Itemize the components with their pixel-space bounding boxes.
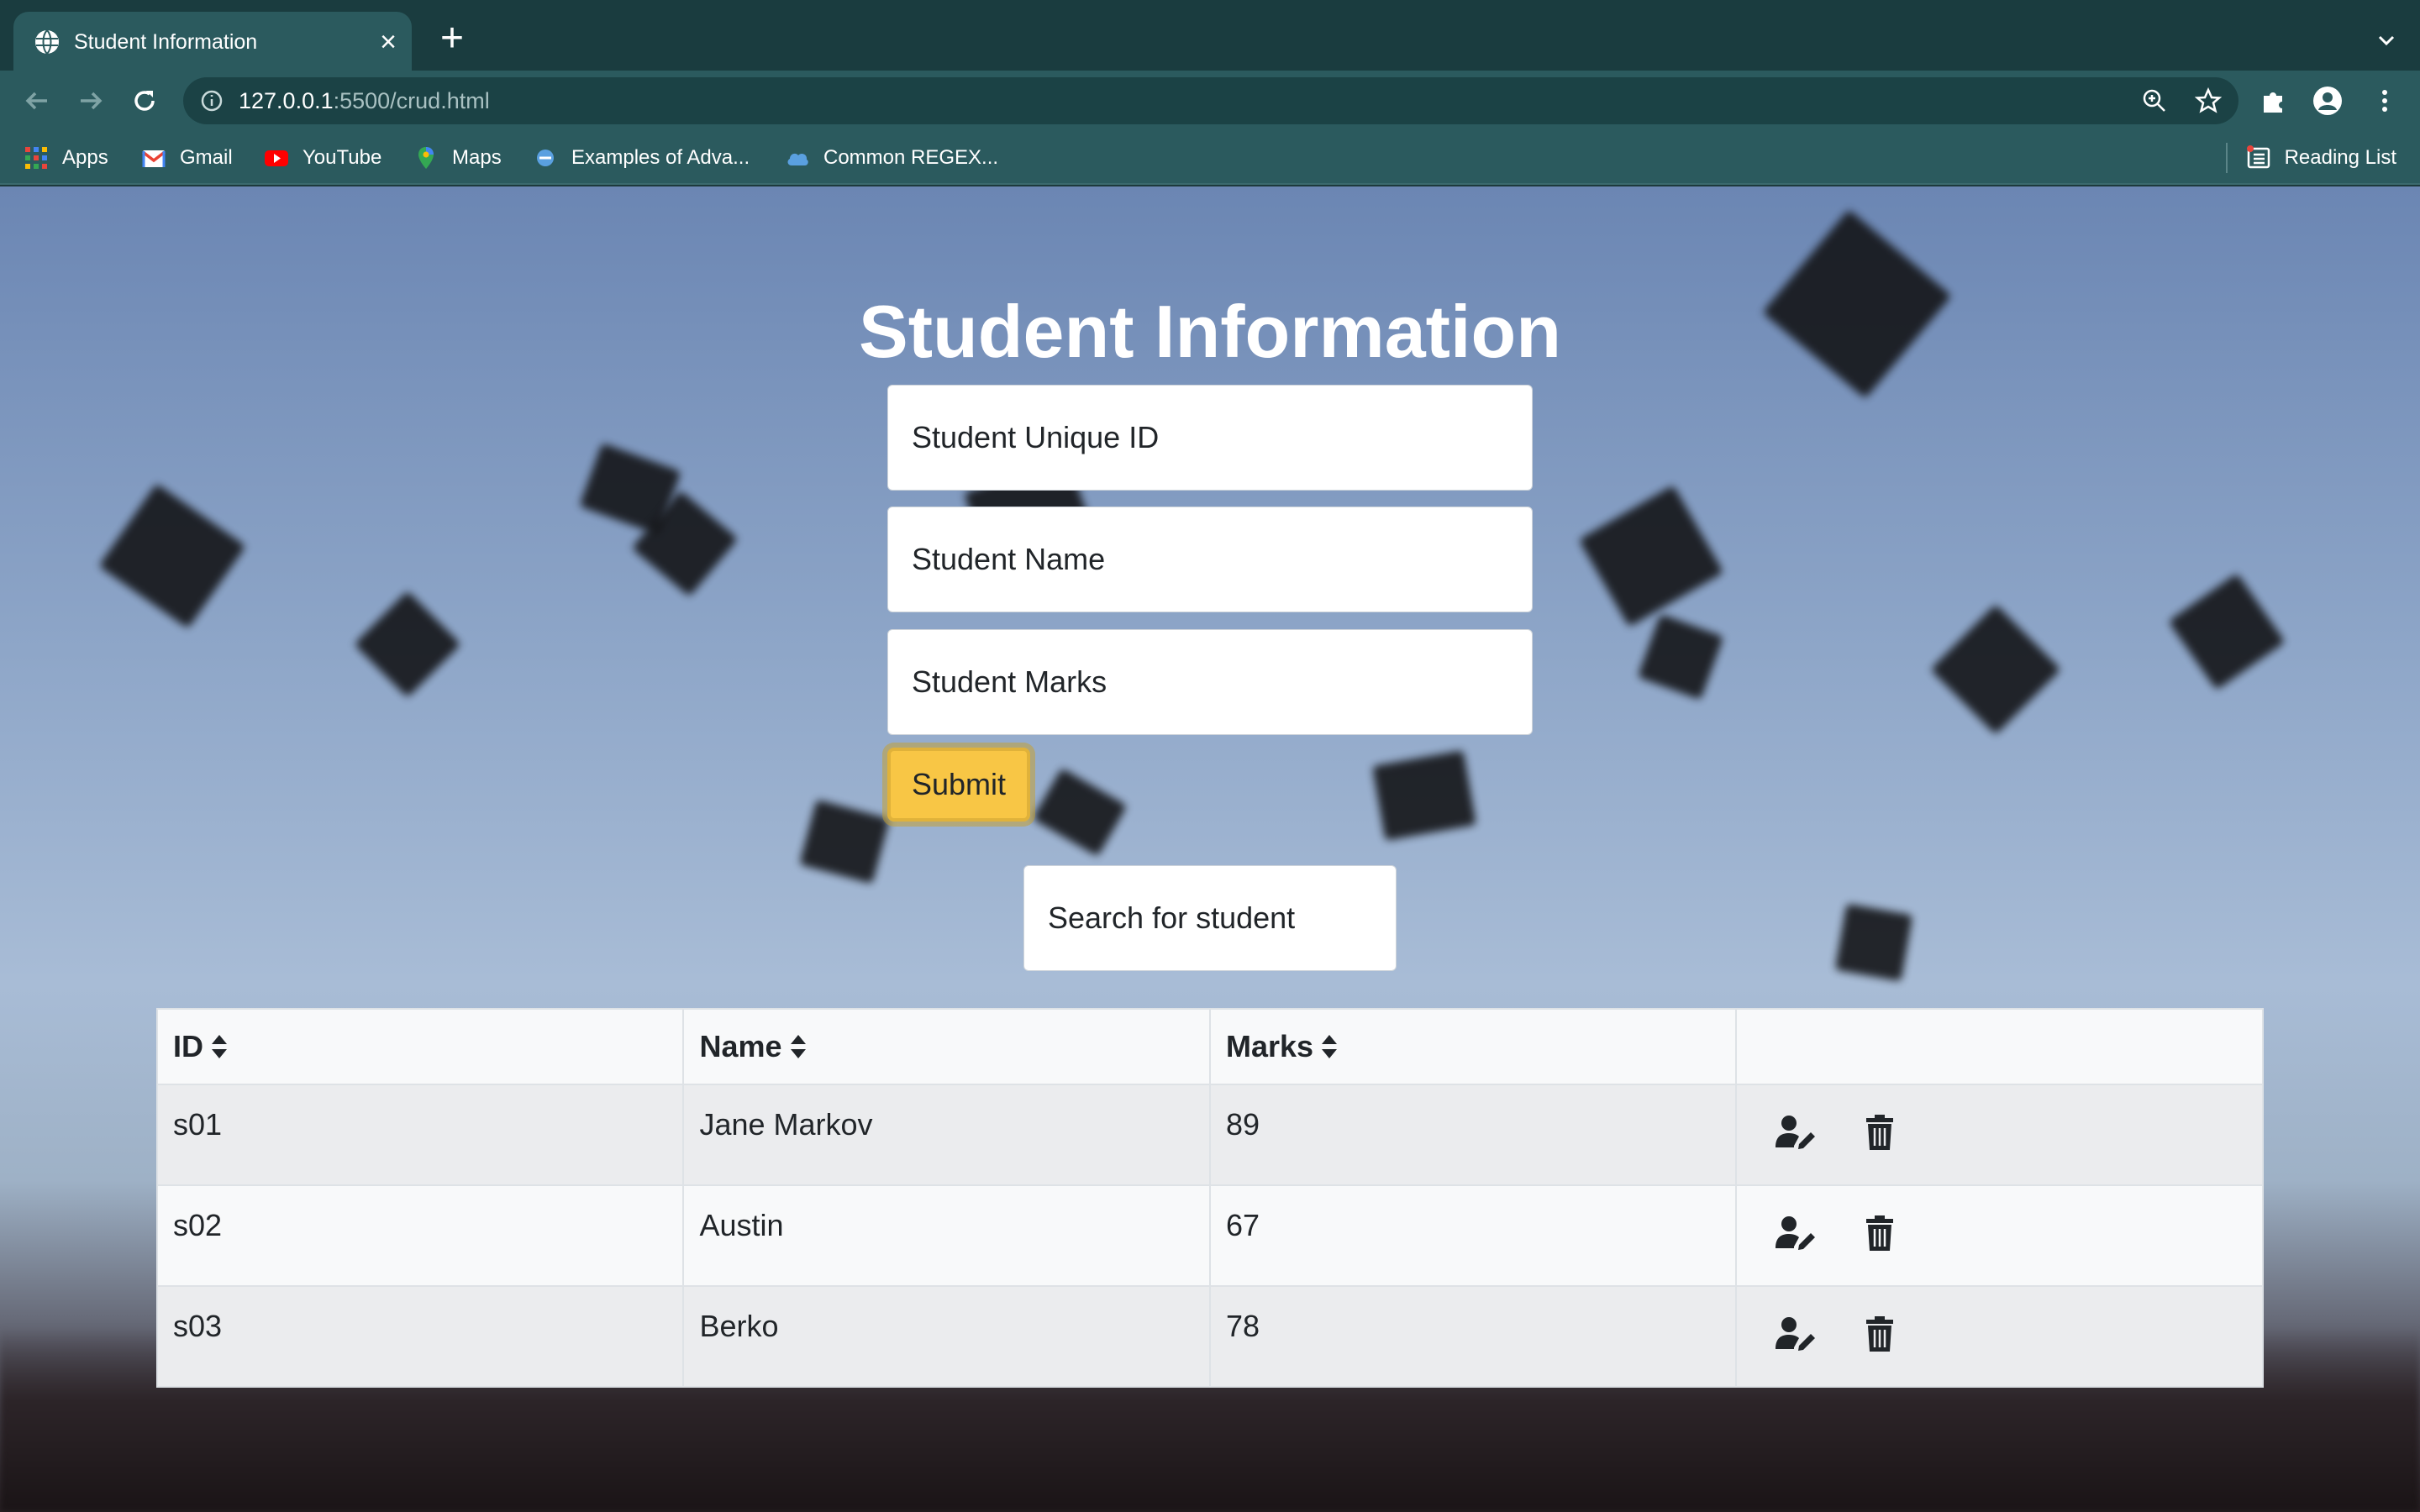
profile-avatar-icon[interactable]	[2312, 86, 2343, 116]
background-cap-decoration	[2168, 573, 2286, 690]
student-name-input[interactable]	[887, 507, 1533, 612]
background-cap-decoration	[354, 591, 461, 698]
background-cap-decoration	[1834, 903, 1913, 982]
table-row: s01 Jane Markov 89	[155, 1084, 2264, 1186]
edit-user-icon[interactable]	[1776, 1315, 1816, 1352]
header-marks[interactable]: Marks	[1208, 1008, 1738, 1085]
apps-grid-icon	[25, 147, 47, 169]
students-table: ID Name Marks s01 Jane Markov 89 s02 Aus…	[155, 1008, 2264, 1388]
trash-icon[interactable]	[1861, 1114, 1902, 1151]
url-text: 127.0.0.1:5500/crud.html	[239, 89, 490, 113]
sort-icon[interactable]	[789, 1032, 808, 1061]
browser-tab[interactable]: Student Information ×	[13, 12, 412, 71]
bookmark-examples[interactable]: Examples of Adva...	[533, 143, 750, 173]
cell-actions	[1735, 1285, 2264, 1388]
bookmark-gmail[interactable]: Gmail	[141, 143, 233, 173]
youtube-icon	[265, 150, 288, 166]
cell-actions	[1735, 1184, 2264, 1287]
header-actions	[1735, 1008, 2264, 1085]
reading-list-button[interactable]: Reading List	[2225, 143, 2396, 173]
background-cap-decoration	[98, 483, 246, 629]
cell-id: s03	[155, 1285, 685, 1388]
student-id-input[interactable]	[887, 385, 1533, 491]
edit-user-icon[interactable]	[1776, 1114, 1816, 1151]
gmail-icon	[141, 150, 166, 167]
page-title: Student Information	[859, 290, 1561, 373]
new-tab-icon[interactable]: +	[435, 18, 469, 59]
background-cap-decoration	[1637, 613, 1724, 701]
cell-id: s02	[155, 1184, 685, 1287]
back-arrow-icon[interactable]	[20, 84, 54, 118]
forward-arrow-icon[interactable]	[74, 84, 108, 118]
background-cap-decoration	[1372, 750, 1476, 841]
bookmark-youtube[interactable]: YouTube	[264, 143, 381, 173]
tab-strip: Student Information × +	[0, 0, 2420, 71]
bookmark-label: Gmail	[180, 146, 233, 169]
header-id[interactable]: ID	[155, 1008, 685, 1085]
cell-name: Jane Markov	[682, 1084, 1211, 1186]
info-icon[interactable]	[200, 89, 224, 113]
bookmark-maps[interactable]: Maps	[413, 143, 502, 173]
background-cap-decoration	[1032, 768, 1128, 857]
bookmark-label: Common REGEX...	[823, 146, 999, 169]
background-cap-decoration	[799, 799, 890, 885]
tab-title: Student Information	[74, 30, 258, 54]
student-marks-input[interactable]	[887, 629, 1533, 735]
bookmark-label: YouTube	[302, 146, 382, 169]
cell-actions	[1735, 1084, 2264, 1186]
table-header-row: ID Name Marks	[155, 1008, 2264, 1085]
submit-button[interactable]: Submit	[887, 748, 1030, 822]
edit-user-icon[interactable]	[1776, 1215, 1816, 1252]
sort-icon[interactable]	[210, 1032, 229, 1061]
zoom-icon[interactable]	[2141, 87, 2168, 114]
cloud-icon	[787, 153, 808, 165]
cell-marks: 67	[1208, 1184, 1738, 1287]
cell-id: s01	[155, 1084, 685, 1186]
search-input[interactable]	[1023, 865, 1397, 971]
reading-list-icon	[2246, 145, 2270, 169]
close-tab-icon[interactable]: ×	[375, 28, 402, 56]
table-row: s02 Austin 67	[155, 1184, 2264, 1287]
bookmark-apps[interactable]: Apps	[24, 143, 108, 173]
sort-icon[interactable]	[1320, 1032, 1339, 1061]
extensions-puzzle-icon[interactable]	[2259, 86, 2289, 116]
maps-icon	[418, 147, 434, 169]
bookmark-label: Apps	[62, 146, 108, 169]
cell-name: Berko	[682, 1285, 1211, 1388]
cell-marks: 89	[1208, 1084, 1738, 1186]
bookmarks-bar: Apps Gmail YouTube Maps Examples of Adva…	[0, 131, 2420, 185]
header-label: Name	[699, 1029, 782, 1063]
background-cap-decoration	[1930, 604, 2061, 735]
reading-list-label: Reading List	[2284, 146, 2396, 169]
header-label: ID	[173, 1029, 203, 1063]
trash-icon[interactable]	[1861, 1315, 1902, 1352]
url-host: 127.0.0.1	[239, 88, 334, 113]
reload-icon[interactable]	[128, 84, 161, 118]
kebab-menu-icon[interactable]	[2370, 86, 2400, 116]
bookmark-regex[interactable]: Common REGEX...	[785, 143, 998, 173]
header-name[interactable]: Name	[682, 1008, 1211, 1085]
address-bar[interactable]: 127.0.0.1:5500/crud.html	[183, 77, 2238, 124]
star-icon[interactable]	[2195, 87, 2222, 114]
chevron-down-icon[interactable]	[2375, 29, 2398, 52]
bookmark-favicon-icon	[537, 150, 554, 166]
bookmarks-divider	[2225, 143, 2228, 173]
bookmark-label: Examples of Adva...	[571, 146, 750, 169]
page-background: Student Information Submit ID Name Marks…	[0, 186, 2420, 1512]
trash-icon[interactable]	[1861, 1215, 1902, 1252]
background-cap-decoration	[1578, 485, 1724, 627]
globe-icon	[35, 29, 59, 55]
header-label: Marks	[1225, 1029, 1314, 1063]
url-path: :5500/crud.html	[333, 88, 490, 113]
bookmark-label: Maps	[452, 146, 502, 169]
browser-toolbar: 127.0.0.1:5500/crud.html	[0, 71, 2420, 131]
cell-name: Austin	[682, 1184, 1211, 1287]
table-row: s03 Berko 78	[155, 1285, 2264, 1388]
cell-marks: 78	[1208, 1285, 1738, 1388]
